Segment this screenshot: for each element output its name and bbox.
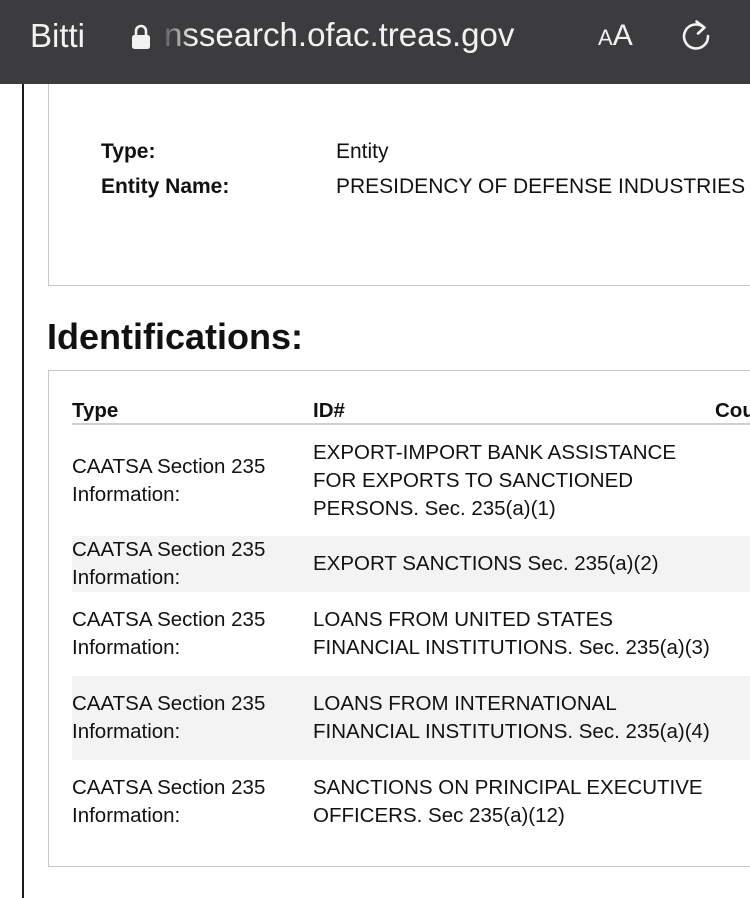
text-size-button[interactable]: AA [598,16,633,56]
text-size-big-label: A [612,19,633,52]
browser-address-bar: Bitti nssearch.ofac.treas.gov AA [0,0,750,84]
lock-icon [132,24,150,49]
type-label: Type: [101,140,156,163]
entity-name-label: Entity Name: [101,175,230,198]
column-header-id: ID# [313,395,715,425]
table-row: CAATSA Section 235 Information: EXPORT S… [72,536,750,592]
row-country-cell [715,592,750,676]
row-id-cell: EXPORT SANCTIONS Sec. 235(a)(2) [313,536,715,592]
row-id-cell: SANCTIONS ON PRINCIPAL EXECUTIVE OFFICER… [313,776,703,827]
row-type-cell: CAATSA Section 235 Information: [72,536,313,592]
row-id-cell: LOANS FROM INTERNATIONAL FINANCIAL INSTI… [313,676,715,760]
type-value: Entity [336,140,389,163]
page-content: Type: Entity Entity Name: PRESIDENCY OF … [0,84,750,898]
url-fade [158,14,194,58]
row-type-cell: CAATSA Section 235 Information: [72,608,266,659]
entity-details-box: Type: Entity Entity Name: PRESIDENCY OF … [48,84,750,286]
back-to-app-button[interactable]: Bitti [30,16,85,56]
table-row: CAATSA Section 235 Information: EXPORT-I… [72,424,750,536]
row-id-cell: EXPORT-IMPORT BANK ASSISTANCE FOR EXPORT… [313,440,677,520]
row-type-cell: CAATSA Section 235 Information: [72,676,313,760]
reload-icon[interactable] [677,17,715,55]
entity-name-value: PRESIDENCY OF DEFENSE INDUSTRIES [336,175,746,198]
identifications-table: Type ID# Country CAATSA Section 235 Info… [72,395,750,844]
row-type-cell: CAATSA Section 235 Information: [72,454,266,506]
table-row: CAATSA Section 235 Information: SANCTION… [72,760,750,844]
text-size-small-label: A [598,25,613,50]
identifications-box: Type ID# Country CAATSA Section 235 Info… [48,370,750,867]
row-country-cell [715,536,750,592]
table-row: CAATSA Section 235 Information: LOANS FR… [72,592,750,676]
row-type-cell: CAATSA Section 235 Information: [72,776,266,827]
row-country-cell [715,676,750,760]
url-field[interactable]: nssearch.ofac.treas.gov [164,15,514,55]
row-country-cell [715,760,750,844]
table-row: CAATSA Section 235 Information: LOANS FR… [72,676,750,760]
row-id-cell: LOANS FROM UNITED STATES FINANCIAL INSTI… [313,608,710,659]
table-header-row: Type ID# Country [72,395,750,425]
page-left-border [22,84,24,898]
identifications-heading: Identifications: [47,316,304,357]
column-header-type: Type [72,395,313,425]
row-country-cell [715,424,750,536]
column-header-country: Country [715,395,750,425]
